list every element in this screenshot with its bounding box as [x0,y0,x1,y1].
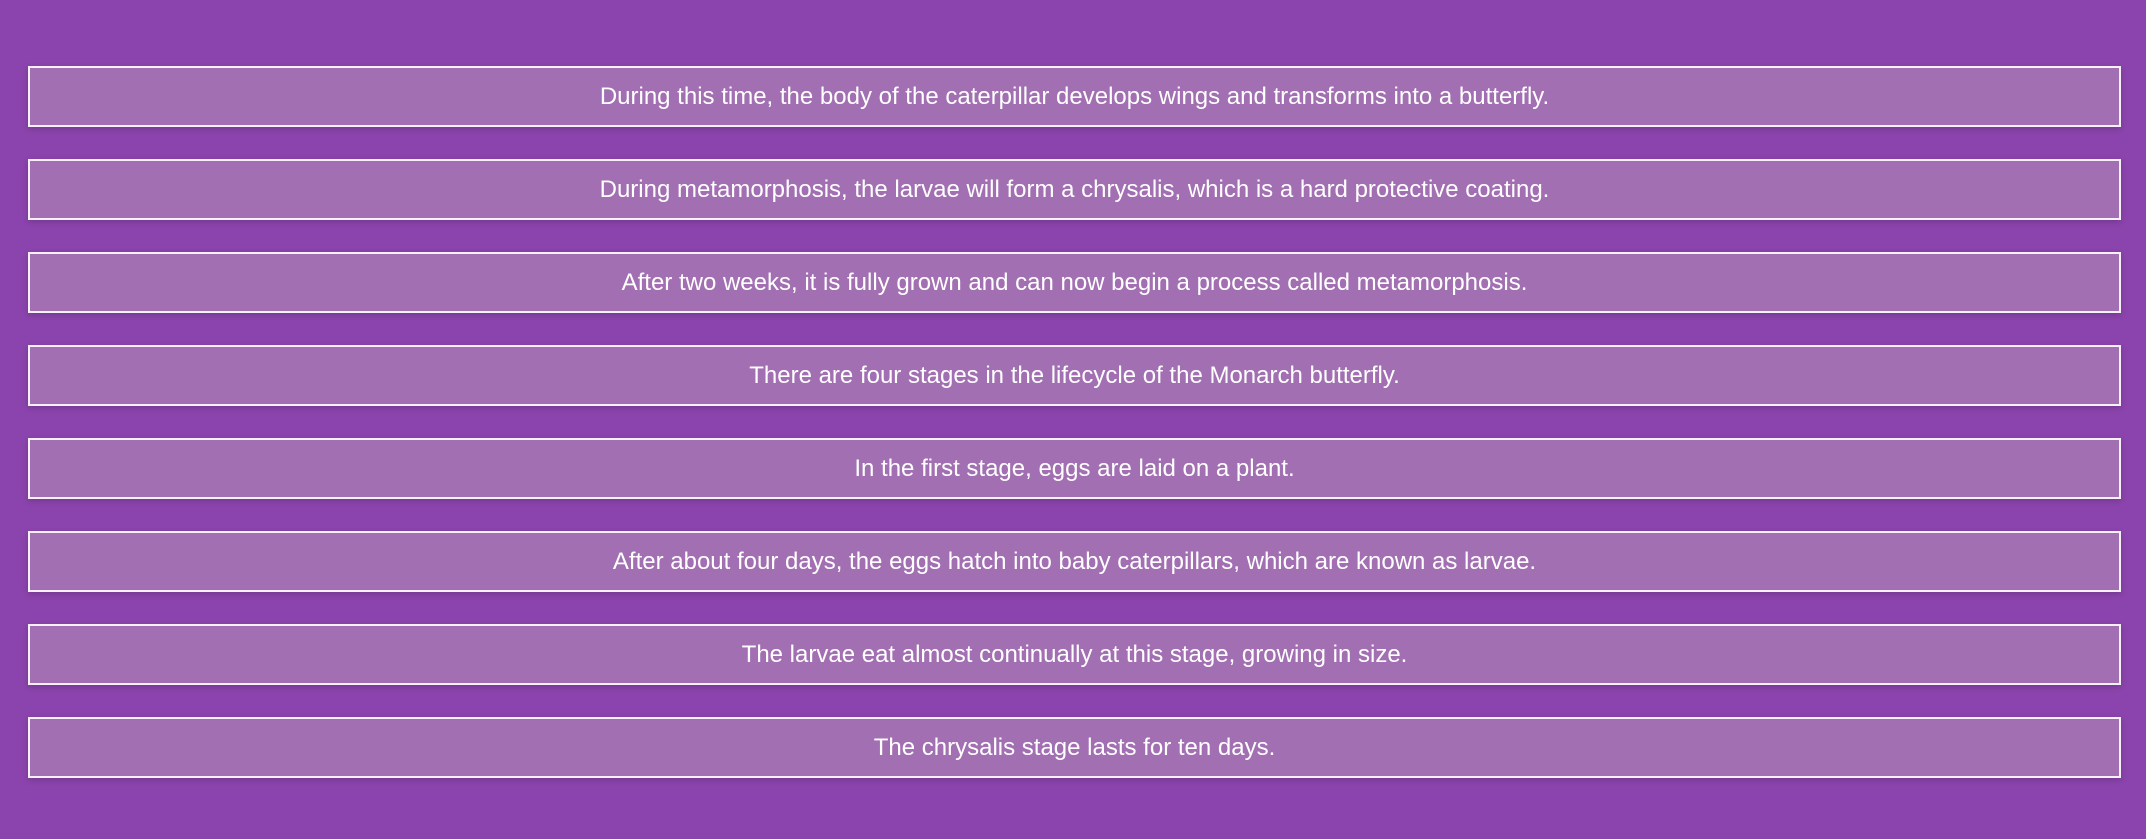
sortable-card-2[interactable]: During metamorphosis, the larvae will fo… [28,159,2121,220]
card-text: During this time, the body of the caterp… [599,82,1550,110]
sequence-page: During this time, the body of the caterp… [0,0,2146,839]
card-text: The larvae eat almost continually at thi… [741,640,1408,668]
sortable-card-8[interactable]: The chrysalis stage lasts for ten days. [28,717,2121,778]
sortable-card-5[interactable]: In the first stage, eggs are laid on a p… [28,438,2121,499]
card-text: During metamorphosis, the larvae will fo… [599,175,1550,203]
sortable-card-6[interactable]: After about four days, the eggs hatch in… [28,531,2121,592]
card-text: There are four stages in the lifecycle o… [749,361,1400,389]
sortable-card-3[interactable]: After two weeks, it is fully grown and c… [28,252,2121,313]
sortable-card-4[interactable]: There are four stages in the lifecycle o… [28,345,2121,406]
card-text: After two weeks, it is fully grown and c… [621,268,1528,296]
sortable-card-list: During this time, the body of the caterp… [28,66,2121,778]
sortable-card-1[interactable]: During this time, the body of the caterp… [28,66,2121,127]
card-text: The chrysalis stage lasts for ten days. [873,733,1276,761]
card-text: In the first stage, eggs are laid on a p… [854,454,1295,482]
card-text: After about four days, the eggs hatch in… [612,547,1537,575]
sortable-card-7[interactable]: The larvae eat almost continually at thi… [28,624,2121,685]
